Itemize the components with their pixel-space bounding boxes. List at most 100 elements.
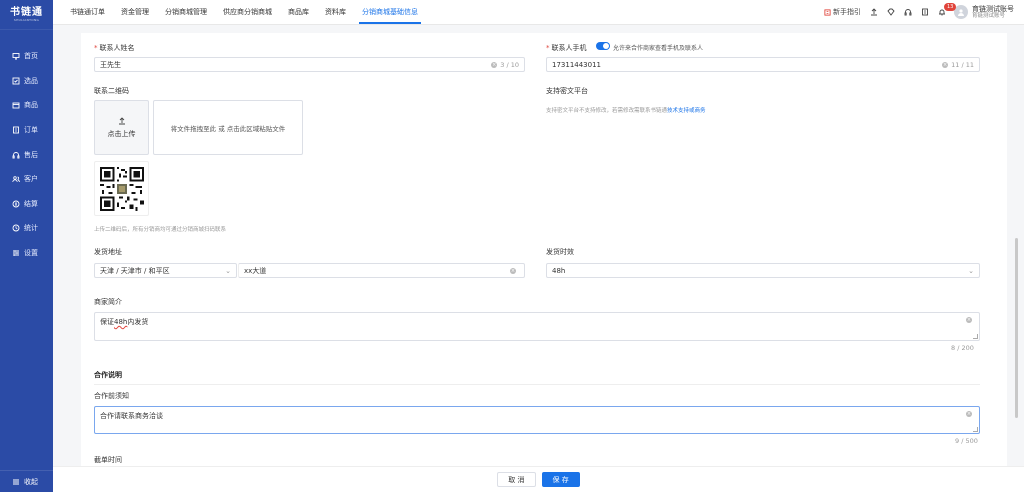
qrcode-label: 联系二维码	[94, 87, 129, 95]
qrcode-tip: 上传二维码后，所有分销商均可通过分销商城扫码联系	[94, 227, 227, 233]
address-detail-input[interactable]: xx大道 ×	[238, 263, 525, 278]
user-sub: 育链测试账号	[972, 12, 1006, 19]
sidebar-item-label: 售后	[24, 150, 38, 159]
pre-notice-count: 9 / 500	[955, 437, 978, 445]
brand-logo[interactable]: 书链通 SHULIANTONG	[0, 0, 53, 30]
show-phone-toggle[interactable]	[596, 42, 610, 50]
brand-name: 书链通	[10, 7, 43, 18]
cancel-button[interactable]: 取 消	[497, 472, 536, 487]
notification-badge: 13	[944, 3, 957, 11]
sidebar-item-7[interactable]: 统计	[0, 216, 53, 241]
contact-phone-input[interactable]: 17311443011 × 11 / 11	[546, 57, 980, 72]
upload-icon[interactable]	[870, 8, 878, 16]
chevron-down-icon: ⌄	[968, 266, 974, 275]
paste-drop-area[interactable]: 将文件拖拽至此 或 点击此区域粘贴文件	[153, 100, 303, 155]
support-link[interactable]: 技术支持或商务	[667, 108, 706, 114]
sidebar: 书链通 SHULIANTONG 首页选品商品 订单售后客户结算统计设置 收起	[0, 0, 53, 492]
save-button[interactable]: 保 存	[541, 472, 580, 487]
contact-phone-count: 11 / 11	[951, 60, 974, 69]
address-detail-value: xx大道	[244, 266, 267, 275]
coop-section-title: 合作说明	[94, 371, 122, 379]
menu-icon	[12, 478, 20, 486]
top-bar: 书链通订单 资金管理 分销商城管理 供应商分销商城 商品库 资料库 分销商城基础信息 新手指…	[53, 0, 1024, 25]
form-footer: 取 消 保 存	[53, 466, 1024, 492]
clear-icon[interactable]: ×	[966, 317, 972, 323]
section-divider	[94, 384, 980, 385]
clock-icon	[12, 224, 20, 232]
intro-textarea[interactable]: 保证48h内发货 ×	[94, 312, 980, 341]
pre-notice-label: 合作前须知	[94, 392, 129, 400]
contact-name-label: * 联系人姓名	[94, 44, 135, 52]
box-icon	[12, 101, 20, 109]
brand-sub: SHULIANTONG	[13, 18, 40, 22]
collapse-label: 收起	[24, 477, 38, 486]
avatar	[954, 5, 968, 19]
secret-platform-tip: 支持密文平台不支持修改，若需修改需联系书链通技术支持或商务	[546, 108, 706, 114]
tab-5[interactable]: 资料库	[317, 0, 354, 24]
notification-button[interactable]: 13	[938, 3, 957, 16]
collapse-sidebar-button[interactable]: 收起	[0, 470, 53, 492]
intro-value: 保证48h内发货	[100, 318, 149, 326]
sidebar-item-label: 统计	[24, 224, 38, 233]
sidebar-item-0[interactable]: 首页	[0, 44, 53, 69]
monitor-icon	[12, 52, 20, 60]
order-icon	[12, 126, 20, 134]
pre-notice-textarea[interactable]: 合作请联系商务洽谈 ×	[94, 406, 980, 434]
sidebar-item-3[interactable]: 订单	[0, 118, 53, 143]
clear-icon[interactable]: ×	[942, 61, 949, 68]
sidebar-item-8[interactable]: 设置	[0, 241, 53, 266]
select-icon	[12, 77, 20, 85]
sidebar-item-4[interactable]: 售后	[0, 142, 53, 167]
guide-button[interactable]: 新手指引	[824, 7, 861, 17]
deadline-label: 截单时间	[94, 456, 122, 464]
pre-notice-value: 合作请联系商务洽谈	[100, 412, 163, 420]
sidebar-item-label: 客户	[24, 175, 38, 184]
clear-icon[interactable]: ×	[966, 411, 972, 417]
tab-4[interactable]: 商品库	[280, 0, 317, 24]
contact-name-value: 王先生	[100, 60, 121, 69]
settings-icon	[12, 249, 20, 257]
scrollbar[interactable]	[1015, 238, 1018, 418]
region-select[interactable]: 天津 / 天津市 / 和平区 ⌄	[94, 263, 237, 278]
guide-label: 新手指引	[833, 8, 861, 16]
tab-0[interactable]: 书链通订单	[62, 0, 113, 24]
intro-count: 8 / 200	[951, 344, 974, 352]
document-icon[interactable]	[921, 8, 929, 16]
ship-time-select[interactable]: 48h ⌄	[546, 263, 980, 278]
tab-6[interactable]: 分销商城基础信息	[354, 0, 426, 24]
contact-name-input[interactable]: 王先生 × 3 / 10	[94, 57, 525, 72]
upload-button[interactable]: 点击上传	[94, 100, 149, 155]
ship-address-label: 发货地址	[94, 248, 122, 256]
sidebar-item-6[interactable]: 结算	[0, 192, 53, 217]
sidebar-item-label: 结算	[24, 199, 38, 208]
contact-name-count: 3 / 10	[500, 60, 519, 69]
settle-icon	[12, 200, 20, 208]
ship-time-label: 发货时效	[546, 248, 574, 256]
clear-icon[interactable]: ×	[510, 267, 516, 274]
sidebar-item-2[interactable]: 商品	[0, 93, 53, 118]
qrcode-image[interactable]	[94, 161, 149, 216]
sidebar-item-5[interactable]: 客户	[0, 167, 53, 192]
sidebar-item-label: 选品	[24, 76, 38, 85]
resize-handle[interactable]	[973, 427, 978, 432]
user-menu[interactable]: 育链测试账号 育链测试账号	[954, 5, 1014, 20]
show-phone-text: 允许来合作商家查看手机及联系人	[613, 45, 704, 52]
headset-icon[interactable]	[904, 8, 912, 16]
region-value: 天津 / 天津市 / 和平区	[100, 266, 170, 275]
sidebar-item-label: 首页	[24, 52, 38, 61]
tab-1[interactable]: 资金管理	[113, 0, 157, 24]
chevron-down-icon: ⌄	[225, 266, 231, 275]
contact-phone-label: * 联系人手机	[546, 44, 587, 52]
contact-phone-value: 17311443011	[552, 60, 601, 69]
resize-handle[interactable]	[973, 334, 978, 339]
diamond-icon[interactable]	[887, 8, 895, 16]
sidebar-item-label: 设置	[24, 249, 38, 258]
user-name: 育链测试账号	[972, 4, 1014, 13]
tab-2[interactable]: 分销商城管理	[157, 0, 215, 24]
upload-icon	[118, 116, 125, 124]
headset-icon	[12, 151, 20, 159]
secret-platform-label: 支持密文平台	[546, 87, 588, 95]
clear-icon[interactable]: ×	[491, 61, 498, 68]
sidebar-item-1[interactable]: 选品	[0, 69, 53, 94]
tab-3[interactable]: 供应商分销商城	[215, 0, 280, 24]
